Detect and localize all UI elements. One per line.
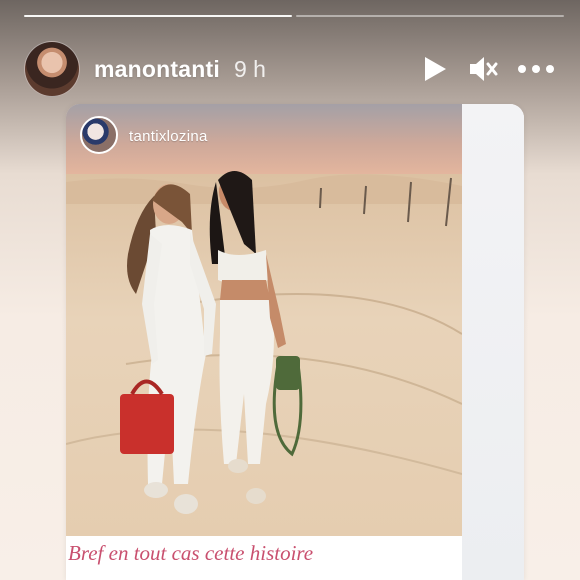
progress-segment-1 <box>24 15 292 17</box>
story-caption: Bref en tout cas cette histoire <box>66 536 462 580</box>
story-progress-bar <box>24 15 564 18</box>
caption-line-1: Bref en tout cas cette histoire <box>68 541 314 565</box>
profile-avatar[interactable] <box>24 41 80 97</box>
story-username[interactable]: manontanti <box>94 56 220 83</box>
reshared-post-card[interactable]: tantixlozina Bref en tout cas cette hist… <box>66 104 524 580</box>
desert-scene <box>66 104 463 536</box>
post-carousel-preview <box>462 104 524 580</box>
post-author-avatar[interactable] <box>80 116 118 154</box>
play-button[interactable] <box>420 54 450 84</box>
post-author-username[interactable]: tantixlozina <box>129 128 208 145</box>
story-controls <box>420 54 556 84</box>
more-options-button[interactable] <box>516 54 556 84</box>
story-time: 9 h <box>233 55 266 82</box>
mute-button[interactable] <box>468 54 498 84</box>
story-header: manontanti 9 h <box>24 40 556 98</box>
post-photo[interactable]: tantixlozina <box>66 104 463 536</box>
play-icon <box>422 55 448 83</box>
speaker-muted-icon <box>467 54 499 84</box>
progress-segment-2 <box>296 15 564 17</box>
more-dots-icon <box>517 64 555 74</box>
